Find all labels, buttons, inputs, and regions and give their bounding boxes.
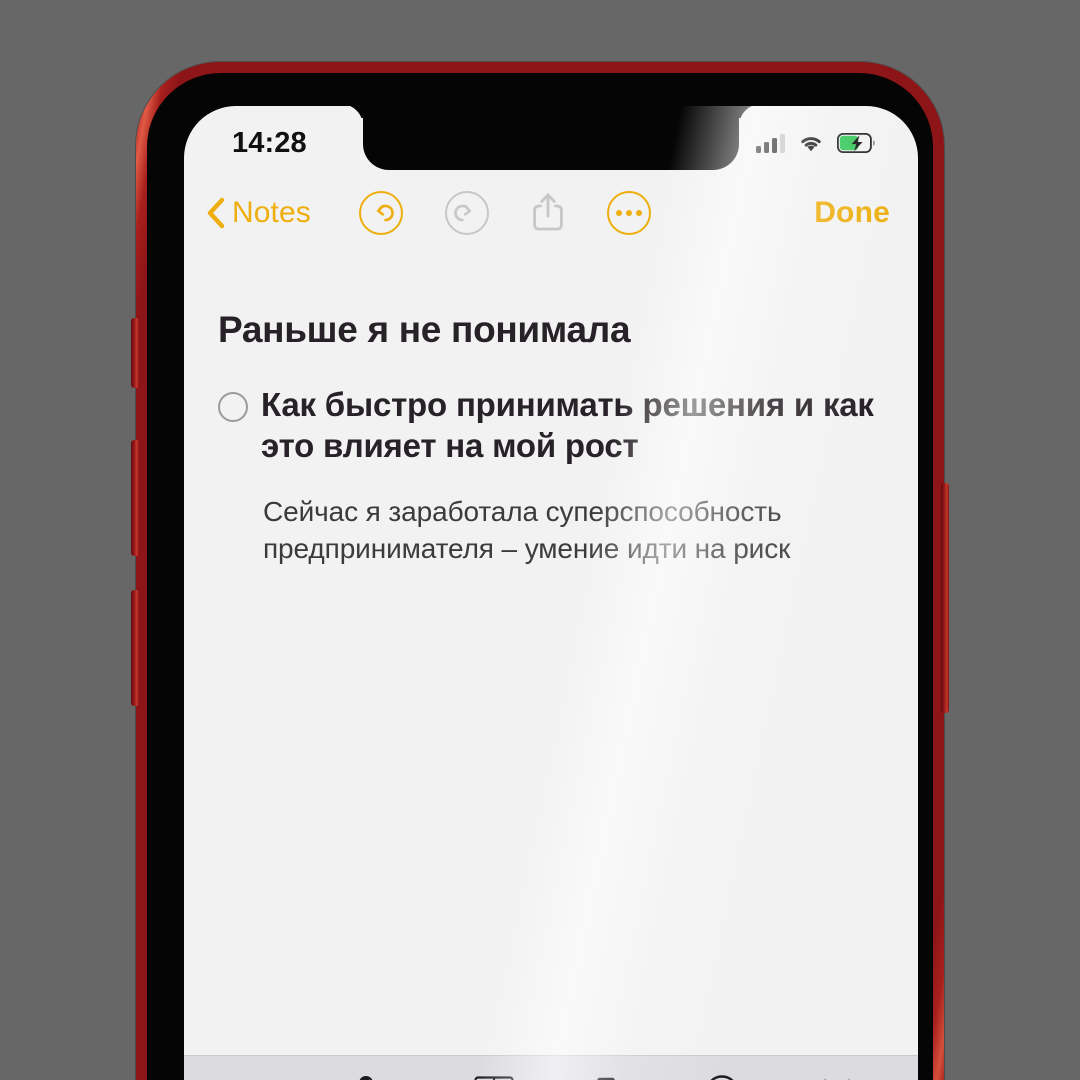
volume-up-button[interactable] [131, 440, 139, 556]
note-title[interactable]: Раньше я не понимала [218, 309, 884, 351]
table-icon[interactable] [459, 1064, 529, 1080]
note-edit-toolbar: Aa [184, 1055, 918, 1080]
phone-screen: 14:28 Notes Done Раньше я не понимала Ка… [184, 106, 918, 1080]
svg-text:Aa: Aa [244, 1077, 280, 1080]
checkbox-unchecked-icon[interactable] [218, 391, 248, 422]
status-bar-indicators [756, 133, 876, 153]
checklist-item-label[interactable]: Как быстро принимать решения и как это в… [261, 385, 884, 467]
phone-bezel: 14:28 Notes Done Раньше я не понимала Ка… [147, 73, 933, 1080]
done-button[interactable]: Done [814, 196, 890, 230]
close-x-icon[interactable] [802, 1064, 872, 1080]
checklist-item[interactable]: Как быстро принимать решения и как это в… [218, 385, 884, 467]
undo-icon[interactable] [358, 191, 403, 235]
back-to-notes-button[interactable]: Notes [206, 196, 311, 230]
format-text-icon[interactable]: Aa [230, 1064, 300, 1080]
cellular-bars-icon [756, 133, 785, 153]
camera-icon[interactable] [573, 1064, 643, 1080]
note-nav-toolbar: Notes Done [184, 172, 918, 254]
checklist-icon[interactable] [344, 1064, 414, 1080]
wifi-icon [798, 133, 824, 153]
battery-charging-icon [837, 133, 876, 153]
note-paragraph[interactable]: Сейчас я заработала суперспособность пре… [263, 493, 884, 567]
note-content[interactable]: Раньше я не понимала Как быстро принимат… [184, 256, 918, 1080]
chevron-left-icon [206, 197, 225, 229]
note-checklist: Как быстро принимать решения и как это в… [218, 385, 884, 467]
power-side-button[interactable] [941, 483, 949, 713]
redo-icon [444, 191, 489, 235]
volume-down-button[interactable] [131, 590, 139, 706]
display-notch [363, 106, 739, 170]
mute-switch-button[interactable] [131, 318, 139, 388]
more-ellipsis-icon[interactable] [606, 191, 651, 235]
nav-action-icons [358, 191, 651, 235]
back-button-label: Notes [232, 196, 311, 229]
phone-frame: 14:28 Notes Done Раньше я не понимала Ка… [131, 62, 949, 1080]
bottom-toolbar-area: Aa [184, 1055, 918, 1080]
share-icon [531, 191, 565, 235]
markup-pen-icon[interactable] [687, 1064, 757, 1080]
status-bar-time: 14:28 [232, 126, 307, 159]
